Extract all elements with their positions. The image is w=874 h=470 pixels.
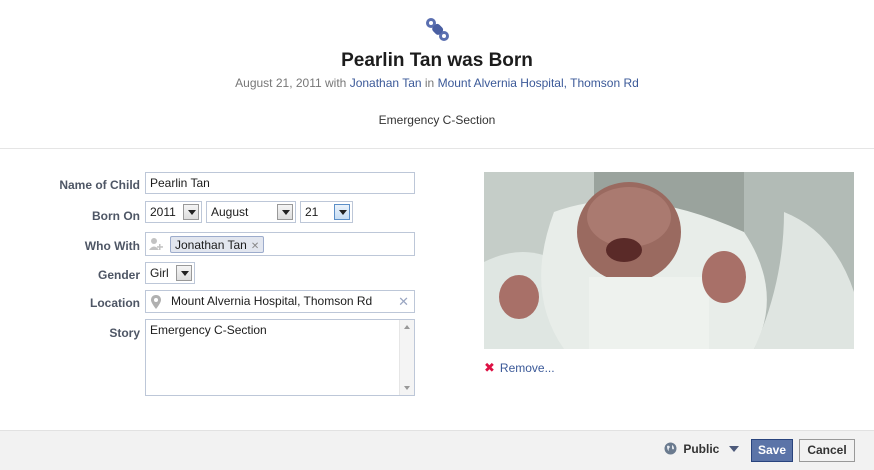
place-link[interactable]: Mount Alvernia Hospital, xyxy=(438,76,567,90)
gender-select[interactable]: Girl xyxy=(145,262,195,284)
chevron-down-icon xyxy=(277,204,293,220)
privacy-selector[interactable]: Public xyxy=(664,442,739,456)
gender-label: Gender xyxy=(97,268,140,282)
with-person-link[interactable]: Jonathan Tan xyxy=(350,76,422,90)
add-person-icon xyxy=(149,238,163,250)
born-month-select[interactable]: August xyxy=(206,201,296,223)
event-header: Pearlin Tan was Born August 21, 2011 wit… xyxy=(0,0,874,149)
event-title: Pearlin Tan was Born xyxy=(341,50,533,71)
cancel-button[interactable]: Cancel xyxy=(799,439,855,462)
chevron-down-icon xyxy=(176,265,192,281)
born-on-label: Born On xyxy=(92,209,140,223)
map-pin-icon xyxy=(151,295,161,309)
chevron-down-icon xyxy=(728,446,739,452)
tagged-person-token[interactable]: Jonathan Tan ✕ xyxy=(170,236,265,253)
scroll-down-icon[interactable] xyxy=(404,386,410,390)
city-link[interactable]: Thomson Rd xyxy=(570,76,639,90)
story-textarea[interactable]: Emergency C-Section xyxy=(145,319,415,396)
born-year-select[interactable]: 2011 xyxy=(145,201,202,223)
location-input[interactable]: Mount Alvernia Hospital, Thomson Rd ✕ xyxy=(145,290,415,313)
save-button[interactable]: Save xyxy=(751,439,793,462)
who-with-label: Who With xyxy=(84,239,140,253)
with-word: with xyxy=(325,76,347,90)
scroll-up-icon[interactable] xyxy=(404,325,410,329)
chevron-down-icon xyxy=(334,204,350,220)
name-label: Name of Child xyxy=(59,178,140,192)
pacifier-icon xyxy=(426,18,449,41)
name-of-child-input[interactable]: Pearlin Tan xyxy=(145,172,415,194)
chevron-down-icon xyxy=(183,204,199,220)
event-subline: August 21, 2011 with Jonathan Tan in Mou… xyxy=(0,76,874,90)
in-word: in xyxy=(424,76,435,90)
born-day-select[interactable]: 21 xyxy=(300,201,353,223)
footer-bar xyxy=(0,430,874,470)
remove-x-icon: ✖ xyxy=(484,360,495,375)
event-story: Emergency C-Section xyxy=(378,113,496,127)
textarea-scrollbar[interactable] xyxy=(399,320,414,395)
globe-icon xyxy=(664,442,677,455)
location-label: Location xyxy=(90,296,140,310)
event-date: August 21, 2011 xyxy=(235,76,322,90)
remove-photo-link[interactable]: ✖ Remove... xyxy=(484,360,555,376)
newborn-photo xyxy=(484,172,854,349)
event-photo xyxy=(484,172,854,349)
clear-location-icon[interactable]: ✕ xyxy=(398,294,409,310)
story-label: Story xyxy=(109,326,140,340)
remove-token-icon[interactable]: ✕ xyxy=(251,241,259,252)
